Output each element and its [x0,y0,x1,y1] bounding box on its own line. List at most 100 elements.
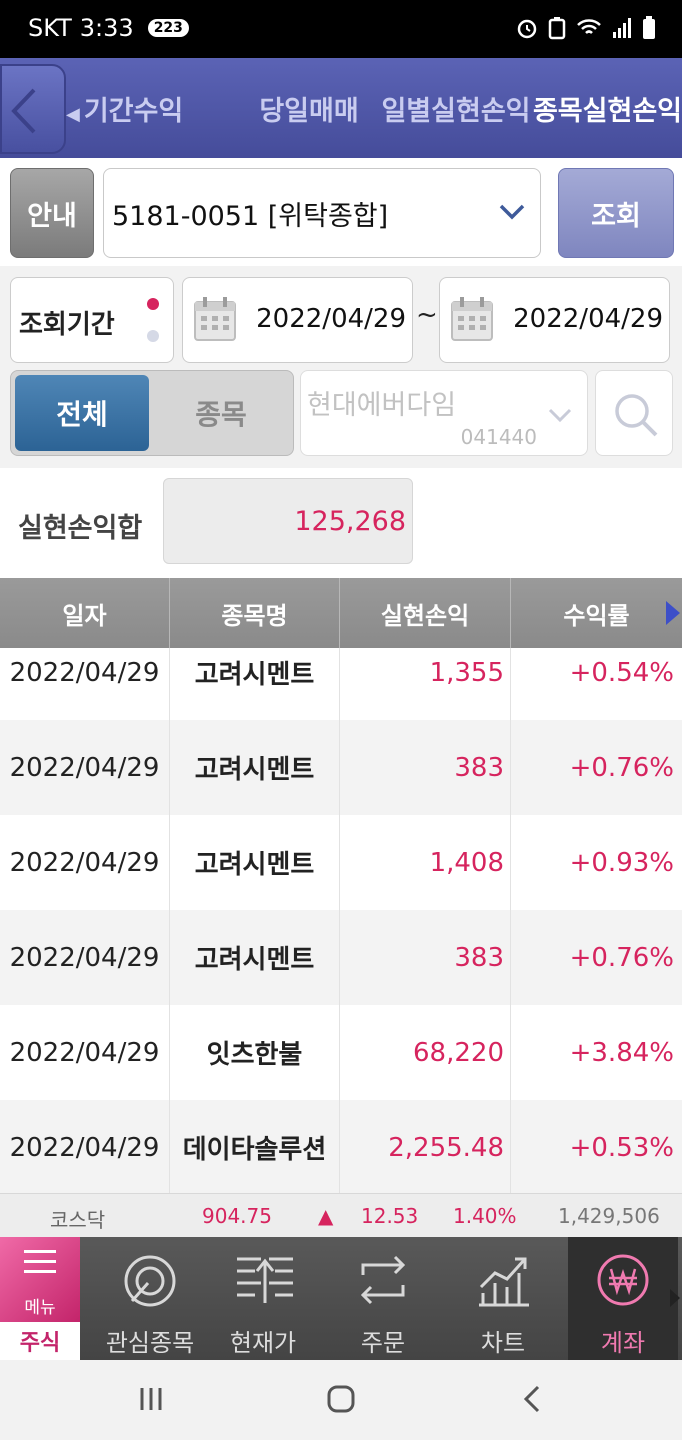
menu-watchlist-label: 관심종목 [105,1329,195,1357]
home-icon[interactable] [326,1384,356,1414]
tab-label: 기간수익 [83,95,184,127]
nav-tabs: ◀ 기간수익 당일매매 일별실현손익 종목실현손익 [66,58,682,158]
menu-chart-label: 차트 [480,1329,526,1357]
header-return-rate-label: 수익률 [563,601,630,630]
bottom-menu: 메뉴 주식 관심종목 현재가 주문 차트 계좌 [0,1237,682,1360]
table-row[interactable]: 2022/04/29 고려시멘트 1,355 +0.54% [0,648,682,720]
ticker-change: 12.53 [361,1204,419,1228]
calendar-icon [194,297,236,341]
end-date-field[interactable]: 2022/04/29 [439,277,670,363]
start-date: 2022/04/29 [256,304,406,334]
header-realized-pnl: 실현손익 [340,578,511,648]
android-nav-bar [0,1360,682,1440]
table-row[interactable]: 2022/04/29 고려시멘트 383 +0.76% [0,720,682,815]
back-button[interactable] [0,64,66,154]
menu-chart[interactable]: 차트 [443,1237,563,1360]
back-icon[interactable] [520,1384,544,1414]
header-date: 일자 [0,578,170,648]
ticker-index-value: 904.75 [202,1204,272,1228]
row-date: 2022/04/29 [0,815,170,910]
recent-apps-icon[interactable] [136,1384,166,1414]
menu-current-price-label: 현재가 [229,1329,297,1357]
page-dot-active [147,298,159,310]
tab-period-profit[interactable]: ◀ 기간수익 [66,89,238,128]
start-date-field[interactable]: 2022/04/29 [182,277,413,363]
stock-category-button[interactable]: 주식 [0,1322,80,1360]
menu-side: 메뉴 주식 [0,1237,80,1360]
row-date: 2022/04/29 [0,720,170,815]
market-ticker[interactable]: 코스닥 904.75 ▲ 12.53 1.40% 1,429,506 [0,1193,682,1237]
row-stock-name: 고려시멘트 [170,648,340,720]
menu-account-label: 계좌 [600,1329,646,1357]
account-select[interactable]: 5181-0051 [위탁종합] [103,168,541,258]
table-body[interactable]: 2022/04/29 고려시멘트 1,355 +0.54% 2022/04/29… [0,648,682,1193]
row-realized-pnl: 1,355 [340,648,511,720]
scope-stock-button[interactable]: 종목 [151,375,291,451]
calendar-icon [451,297,493,341]
status-icons [516,16,656,40]
tab-stock-realized[interactable]: 종목실현손익 [532,89,682,128]
realized-sum-label: 실현손익합 [18,513,143,544]
table-row[interactable]: 2022/04/29 데이타솔루션 2,255.48 +0.53% [0,1100,682,1193]
up-arrow-icon: ▲ [318,1204,334,1228]
table-row[interactable]: 2022/04/29 고려시멘트 383 +0.76% [0,910,682,1005]
clock: 3:33 [79,14,134,42]
table-row[interactable]: 2022/04/29 잇츠한불 68,220 +3.84% [0,1005,682,1100]
row-return-rate: +0.76% [569,752,674,783]
row-date: 2022/04/29 [0,1005,170,1100]
row-date: 2022/04/29 [0,1100,170,1193]
chevron-down-icon [499,204,525,220]
stock-code: 041440 [460,425,537,449]
stock-search-button[interactable] [595,370,673,456]
ticker-index-name: 코스닥 [50,1208,106,1232]
hamburger-icon [24,1250,56,1273]
guide-button[interactable]: 안내 [10,168,94,258]
end-date: 2022/04/29 [513,304,663,334]
row-date: 2022/04/29 [0,648,170,720]
scroll-right-icon[interactable] [666,601,680,625]
signal-icon [613,18,631,38]
row-stock-name: 고려시멘트 [170,910,340,1005]
menu-order-label: 주문 [360,1329,406,1357]
menu-account[interactable]: 계좌 [568,1237,678,1360]
row-return-rate: +0.54% [569,657,674,688]
stock-select[interactable]: 현대에버다임 041440 [300,370,588,456]
row-return-rate: +0.53% [569,1132,674,1163]
tab-daily-trade[interactable]: 당일매매 [238,89,380,128]
data-saver-icon [548,17,566,40]
menu-watchlist[interactable]: 관심종목 [90,1237,210,1360]
row-stock-name: 고려시멘트 [170,815,340,910]
row-stock-name: 데이타솔루션 [170,1100,340,1193]
menu-next-icon[interactable] [668,1287,682,1309]
order-icon [360,1255,406,1305]
menu-current-price[interactable]: 현재가 [203,1237,323,1360]
price-icon [237,1257,293,1303]
realized-sum-box: 125,268 [163,478,413,564]
tab-daily-realized[interactable]: 일별실현손익 [380,89,532,128]
row-realized-pnl: 68,220 [340,1005,511,1100]
notification-count-badge: 223 [147,19,189,37]
back-arrow-icon [11,88,36,134]
table-rows: 2022/04/29 고려시멘트 1,355 +0.54% 2022/04/29… [0,648,682,1193]
scope-all-button[interactable]: 전체 [15,375,149,451]
header-return-rate[interactable]: 수익률 [511,578,682,648]
account-number: 5181-0051 [위탁종합] [112,200,389,232]
realized-sum-value: 125,268 [294,506,406,537]
menu-order[interactable]: 주문 [323,1237,443,1360]
row-return-rate: +0.93% [569,847,674,878]
menu-button[interactable]: 메뉴 [0,1237,80,1322]
row-return-rate: +3.84% [569,1037,674,1068]
period-label: 조회기간 [19,310,115,340]
search-icon [615,394,658,437]
stock-name: 현대에버다임 [307,390,457,421]
table-header: 일자 종목명 실현손익 수익률 [0,578,682,648]
row-stock-name: 고려시멘트 [170,720,340,815]
row-date: 2022/04/29 [0,910,170,1005]
chevron-down-icon [548,408,572,423]
page-dot-inactive [147,330,159,342]
watchlist-icon [124,1255,176,1307]
period-toggle[interactable]: 조회기간 [10,277,174,363]
table-row[interactable]: 2022/04/29 고려시멘트 1,408 +0.93% [0,815,682,910]
query-button[interactable]: 조회 [558,168,674,258]
chart-icon [479,1257,529,1307]
